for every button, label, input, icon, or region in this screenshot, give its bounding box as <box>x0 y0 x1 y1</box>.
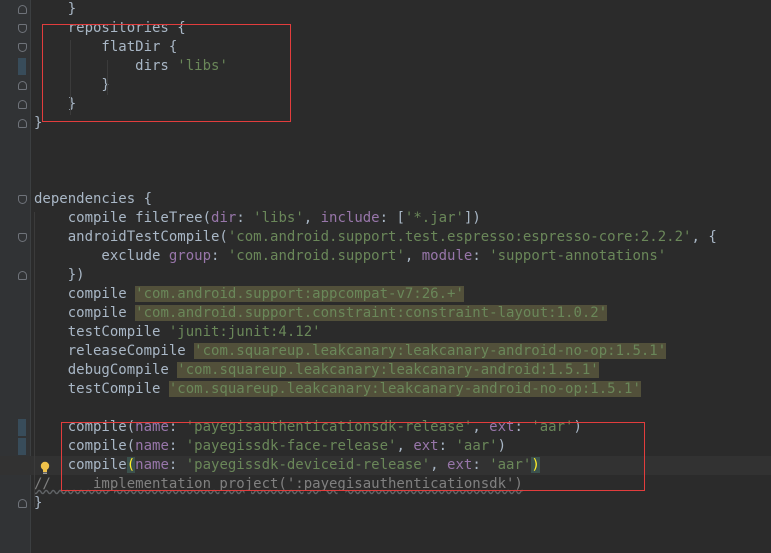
code-text: exclude group: 'com.android.support', mo… <box>34 247 666 266</box>
code-token: , <box>404 248 422 264</box>
code-line[interactable] <box>0 171 771 190</box>
code-token: }) <box>34 267 85 283</box>
code-token: : [ <box>379 210 405 226</box>
code-line[interactable]: } <box>0 0 771 19</box>
code-token: '*.jar' <box>404 210 464 226</box>
code-line[interactable]: }) <box>0 266 771 285</box>
code-token: 'libs' <box>253 210 304 226</box>
code-token: 'com.squareup.leakcanary:leakcanary-andr… <box>194 343 667 359</box>
indent-guide <box>34 212 35 507</box>
code-line[interactable]: compile 'com.android.support:appcompat-v… <box>0 285 771 304</box>
code-token: : <box>211 248 228 264</box>
code-text: testCompile 'com.squareup.leakcanary:lea… <box>34 380 641 399</box>
code-token: releaseCompile <box>34 343 195 359</box>
code-line[interactable] <box>0 133 771 152</box>
code-token: 'support-annotations' <box>489 248 667 264</box>
code-token: } <box>34 1 77 17</box>
code-text: testCompile 'junit:junit:4.12' <box>34 323 321 342</box>
code-line[interactable] <box>0 399 771 418</box>
code-token: dependencies { <box>34 191 153 207</box>
code-token: 'com.squareup.leakcanary:leakcanary-andr… <box>168 381 641 397</box>
code-text: compile 'com.android.support:appcompat-v… <box>34 285 464 304</box>
code-token: , { <box>691 229 717 245</box>
code-text: androidTestCompile('com.android.support.… <box>34 228 717 247</box>
code-line[interactable]: } <box>0 494 771 513</box>
code-token: ]) <box>463 210 481 226</box>
code-text: debugCompile 'com.squareup.leakcanary:le… <box>34 361 599 380</box>
code-token: androidTestCompile( <box>34 229 228 245</box>
code-token: dir <box>211 210 237 226</box>
aar-dependencies-highlight-box <box>61 422 645 491</box>
code-token: compile fileTree( <box>34 210 212 226</box>
code-line[interactable]: compile 'com.android.support.constraint:… <box>0 304 771 323</box>
code-token: , <box>303 210 321 226</box>
code-text: dependencies { <box>34 190 152 209</box>
code-token: group <box>168 248 212 264</box>
code-line[interactable] <box>0 152 771 171</box>
code-line[interactable]: testCompile 'junit:junit:4.12' <box>0 323 771 342</box>
lightbulb-icon[interactable] <box>40 461 50 476</box>
code-token: include <box>320 210 380 226</box>
code-token: : <box>472 248 490 264</box>
code-line[interactable]: androidTestCompile('com.android.support.… <box>0 228 771 247</box>
code-token: module <box>421 248 473 264</box>
code-line[interactable]: releaseCompile 'com.squareup.leakcanary:… <box>0 342 771 361</box>
code-text: } <box>34 0 76 19</box>
code-token: compile <box>34 305 136 321</box>
code-token: 'com.android.support.constraint:constrai… <box>135 305 608 321</box>
code-token: 'junit:junit:4.12' <box>168 324 321 340</box>
code-line[interactable]: dependencies { <box>0 190 771 209</box>
code-line[interactable]: compile fileTree(dir: 'libs', include: [… <box>0 209 771 228</box>
code-token: } <box>34 495 43 511</box>
code-text: }) <box>34 266 85 285</box>
code-token: compile <box>34 286 136 302</box>
code-line[interactable]: debugCompile 'com.squareup.leakcanary:le… <box>0 361 771 380</box>
code-token: 'com.android.support:appcompat-v7:26.+' <box>135 286 464 302</box>
code-token: testCompile <box>34 324 169 340</box>
code-text: releaseCompile 'com.squareup.leakcanary:… <box>34 342 667 361</box>
code-token: 'com.squareup.leakcanary:leakcanary-andr… <box>177 362 599 378</box>
code-token: testCompile <box>34 381 169 397</box>
code-token: 'com.android.support.test.espresso:espre… <box>227 229 692 245</box>
code-token: debugCompile <box>34 362 178 378</box>
code-token: exclude <box>34 248 169 264</box>
code-line[interactable]: exclude group: 'com.android.support', mo… <box>0 247 771 266</box>
code-text: compile 'com.android.support.constraint:… <box>34 304 608 323</box>
repositories-highlight-box <box>42 24 291 122</box>
code-token: : <box>236 210 254 226</box>
code-text: } <box>34 494 42 513</box>
code-text: compile fileTree(dir: 'libs', include: [… <box>34 209 481 228</box>
code-token: 'com.android.support' <box>227 248 405 264</box>
code-line[interactable]: testCompile 'com.squareup.leakcanary:lea… <box>0 380 771 399</box>
